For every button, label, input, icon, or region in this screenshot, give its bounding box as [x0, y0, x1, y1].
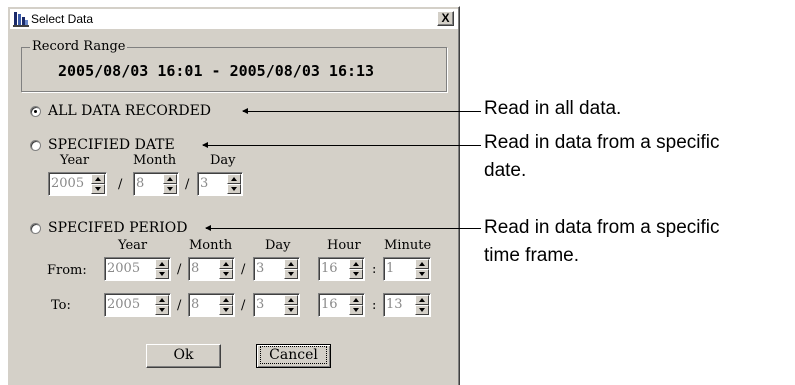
- annotation-period-line1: Read in data from a specific: [484, 217, 720, 238]
- to-hour-value: 16: [321, 297, 338, 312]
- spin-up-icon[interactable]: [284, 295, 298, 305]
- spin-down-icon[interactable]: [155, 305, 169, 315]
- spin-down-icon[interactable]: [349, 269, 363, 279]
- spin-up-icon[interactable]: [155, 295, 169, 305]
- arrow-all-data: [242, 108, 481, 114]
- to-month-spinner[interactable]: 8: [188, 293, 235, 317]
- period-day-label: Day: [265, 238, 291, 253]
- spin-down-icon[interactable]: [219, 305, 233, 315]
- date-day-value: 3: [200, 176, 209, 191]
- time-separator: :: [372, 262, 377, 277]
- annotation-period-line2: time frame.: [484, 245, 580, 266]
- option-all-data-label: ALL DATA RECORDED: [48, 103, 212, 119]
- option-specified-date[interactable]: SPECIFIED DATE: [30, 137, 175, 153]
- to-day-value: 3: [256, 297, 265, 312]
- to-year-spinner[interactable]: 2005: [104, 293, 171, 317]
- to-day-spinner[interactable]: 3: [253, 293, 300, 317]
- from-hour-spinner[interactable]: 16: [318, 257, 365, 281]
- from-day-spinner[interactable]: 3: [253, 257, 300, 281]
- app-icon: [13, 11, 29, 27]
- spin-down-icon[interactable]: [349, 305, 363, 315]
- radio-all-data[interactable]: [30, 105, 41, 117]
- radio-specified-date[interactable]: [30, 139, 41, 151]
- period-year-label: Year: [118, 238, 148, 253]
- period-minute-label: Minute: [384, 238, 432, 253]
- spin-up-icon[interactable]: [163, 174, 177, 184]
- option-all-data[interactable]: ALL DATA RECORDED: [30, 103, 211, 119]
- date-day-label: Day: [210, 153, 236, 168]
- window-title: Select Data: [31, 12, 94, 26]
- record-range-label: Record Range: [30, 39, 128, 54]
- arrow-specified-date: [202, 142, 481, 148]
- option-specified-date-label: SPECIFIED DATE: [48, 137, 175, 153]
- spin-up-icon[interactable]: [155, 259, 169, 269]
- annotation-date-line1: Read in data from a specific: [484, 132, 720, 153]
- to-hour-spinner[interactable]: 16: [318, 293, 365, 317]
- annotation-all-data: Read in all data.: [484, 98, 622, 119]
- from-hour-value: 16: [321, 261, 338, 276]
- spin-up-icon[interactable]: [284, 259, 298, 269]
- ok-button-label: Ok: [173, 347, 194, 363]
- from-minute-spinner[interactable]: 1: [383, 257, 431, 281]
- ok-button[interactable]: Ok: [146, 344, 221, 368]
- date-separator: /: [118, 177, 123, 192]
- spin-up-icon[interactable]: [219, 259, 233, 269]
- spin-down-icon[interactable]: [284, 305, 298, 315]
- from-year-spinner[interactable]: 2005: [104, 257, 171, 281]
- to-minute-value: 13: [386, 297, 403, 312]
- date-month-spinner[interactable]: 8: [133, 172, 179, 196]
- spin-up-icon[interactable]: [227, 174, 241, 184]
- date-month-value: 8: [136, 176, 145, 191]
- period-month-label: Month: [189, 238, 233, 253]
- spin-down-icon[interactable]: [91, 184, 105, 194]
- date-year-label: Year: [60, 153, 90, 168]
- to-year-value: 2005: [107, 297, 141, 312]
- date-year-spinner[interactable]: 2005: [48, 172, 107, 196]
- date-separator: /: [241, 262, 246, 277]
- spin-down-icon[interactable]: [163, 184, 177, 194]
- date-separator: /: [241, 298, 246, 313]
- record-range-value: 2005/08/03 16:01 - 2005/08/03 16:13: [58, 62, 375, 80]
- annotation-date-line2: date.: [484, 160, 527, 181]
- title-bar[interactable]: Select Data X: [10, 9, 458, 30]
- from-label: From:: [47, 263, 87, 278]
- spin-down-icon[interactable]: [415, 305, 429, 315]
- spin-down-icon[interactable]: [219, 269, 233, 279]
- date-separator: /: [177, 262, 182, 277]
- date-year-value: 2005: [51, 176, 85, 191]
- time-separator: :: [372, 298, 377, 313]
- option-specified-period[interactable]: SPECIFED PERIOD: [30, 220, 188, 236]
- date-day-spinner[interactable]: 3: [197, 172, 243, 196]
- spin-up-icon[interactable]: [415, 295, 429, 305]
- period-hour-label: Hour: [327, 238, 361, 253]
- spin-down-icon[interactable]: [227, 184, 241, 194]
- date-separator: /: [177, 298, 182, 313]
- from-minute-value: 1: [386, 261, 395, 276]
- spin-up-icon[interactable]: [349, 259, 363, 269]
- date-month-label: Month: [133, 153, 177, 168]
- spin-down-icon[interactable]: [155, 269, 169, 279]
- spin-down-icon[interactable]: [415, 269, 429, 279]
- cancel-button[interactable]: Cancel: [256, 344, 331, 368]
- from-month-spinner[interactable]: 8: [188, 257, 235, 281]
- spin-up-icon[interactable]: [415, 259, 429, 269]
- close-button[interactable]: X: [437, 11, 454, 26]
- to-label: To:: [51, 298, 71, 313]
- from-day-value: 3: [256, 261, 265, 276]
- date-separator: /: [185, 177, 190, 192]
- from-month-value: 8: [191, 261, 200, 276]
- from-year-value: 2005: [107, 261, 141, 276]
- spin-up-icon[interactable]: [219, 295, 233, 305]
- spin-down-icon[interactable]: [284, 269, 298, 279]
- to-minute-spinner[interactable]: 13: [383, 293, 431, 317]
- option-specified-period-label: SPECIFED PERIOD: [48, 220, 188, 236]
- spin-up-icon[interactable]: [91, 174, 105, 184]
- spin-up-icon[interactable]: [349, 295, 363, 305]
- radio-specified-period[interactable]: [30, 222, 41, 234]
- cancel-button-label: Cancel: [260, 346, 327, 364]
- to-month-value: 8: [191, 297, 200, 312]
- arrow-specified-period: [205, 225, 481, 231]
